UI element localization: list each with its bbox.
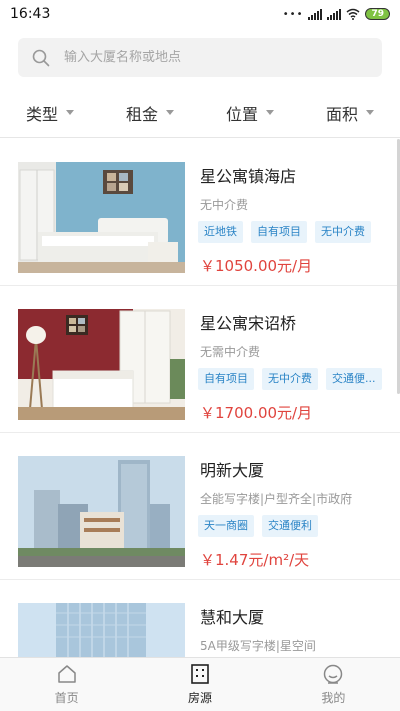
filter-bar: 类型 租金 位置 面积 xyxy=(0,88,400,138)
wifi-icon xyxy=(346,8,360,20)
listing-item[interactable]: 星公寓镇海店 无中介费 近地铁 自有项目 无中介费 ￥1050.00元/月 xyxy=(0,139,400,286)
filter-rent[interactable]: 租金 xyxy=(100,88,200,137)
search-input[interactable] xyxy=(64,50,364,65)
tab-mine[interactable]: 我的 xyxy=(267,658,400,711)
listing-name: 慧和大厦 xyxy=(200,608,265,627)
listing-tag: 无中介费 xyxy=(262,368,318,390)
listing-price: ￥1050.00元/月 xyxy=(200,257,313,275)
listing-name: 明新大厦 xyxy=(200,461,265,480)
tab-label: 房源 xyxy=(187,691,212,705)
listing-list: 星公寓镇海店 无中介费 近地铁 自有项目 无中介费 ￥1050.00元/月 星公… xyxy=(0,139,400,657)
tab-home[interactable]: 首页 xyxy=(0,658,133,711)
listing-desc: 无需中介费 xyxy=(200,345,261,359)
listing-tag: 自有项目 xyxy=(198,368,254,390)
listing-tag: 自有项目 xyxy=(251,221,307,243)
listing-photo xyxy=(18,603,185,657)
glass-tower-photo xyxy=(18,603,185,657)
tab-listings[interactable]: 房源 xyxy=(133,658,266,711)
notification-dots: ••• xyxy=(282,8,304,20)
listing-tag: 近地铁 xyxy=(198,221,243,243)
filter-label: 类型 xyxy=(25,104,58,124)
filter-label: 租金 xyxy=(125,104,158,124)
office-building-photo xyxy=(18,456,185,567)
listing-tags: 自有项目 无中介费 交通便... xyxy=(198,368,388,390)
listing-desc: 5A甲级写字楼|星空间 xyxy=(200,639,316,653)
listing-tag: 天一商圈 xyxy=(198,515,254,537)
listing-tag: 无中介费 xyxy=(315,221,371,243)
status-time: 16:43 xyxy=(10,6,51,22)
listing-name: 星公寓镇海店 xyxy=(200,167,297,186)
caret-down-icon xyxy=(66,110,74,115)
search-bar[interactable] xyxy=(18,38,382,77)
listing-tag: 交通便... xyxy=(326,368,382,390)
caret-down-icon xyxy=(166,110,174,115)
listing-desc: 全能写字楼|户型齐全|市政府 xyxy=(200,492,353,506)
signal-icon xyxy=(308,8,323,20)
listing-tags: 天一商圈 交通便利 xyxy=(198,515,388,537)
profile-icon xyxy=(324,664,343,684)
bedroom-red-photo xyxy=(18,309,185,420)
status-icons: ••• 79 xyxy=(283,8,390,20)
listing-tag: 交通便利 xyxy=(262,515,318,537)
signal-icon xyxy=(327,8,342,20)
listing-photo xyxy=(18,309,185,420)
listing-photo xyxy=(18,456,185,567)
listing-tags: 近地铁 自有项目 无中介费 xyxy=(198,221,388,243)
listing-desc: 无中介费 xyxy=(200,198,249,212)
caret-down-icon xyxy=(266,110,274,115)
filter-location[interactable]: 位置 xyxy=(200,88,300,137)
building-icon xyxy=(191,664,209,684)
tab-label: 我的 xyxy=(321,691,346,705)
listing-name: 星公寓宋诏桥 xyxy=(200,314,297,333)
listing-item[interactable]: 星公寓宋诏桥 无需中介费 自有项目 无中介费 交通便... ￥1700.00元/… xyxy=(0,286,400,433)
listing-photo xyxy=(18,162,185,273)
listing-item[interactable]: 明新大厦 全能写字楼|户型齐全|市政府 天一商圈 交通便利 ￥1.47元/m²/… xyxy=(0,433,400,580)
status-bar: 16:43 ••• 79 xyxy=(0,0,400,28)
filter-label: 位置 xyxy=(225,104,258,124)
tab-label: 首页 xyxy=(54,691,79,705)
battery-icon: 79 xyxy=(365,8,390,20)
caret-down-icon xyxy=(366,110,374,115)
home-icon xyxy=(57,665,76,683)
filter-area[interactable]: 面积 xyxy=(300,88,400,137)
listing-item[interactable]: 慧和大厦 5A甲级写字楼|星空间 xyxy=(0,580,400,657)
filter-type[interactable]: 类型 xyxy=(0,88,100,137)
bedroom-blue-photo xyxy=(18,162,185,273)
search-icon xyxy=(32,49,50,66)
listing-price: ￥1700.00元/月 xyxy=(200,404,313,422)
bottom-tab-bar: 首页 房源 我的 xyxy=(0,657,400,711)
listing-price: ￥1.47元/m²/天 xyxy=(200,551,310,569)
filter-label: 面积 xyxy=(325,104,358,124)
